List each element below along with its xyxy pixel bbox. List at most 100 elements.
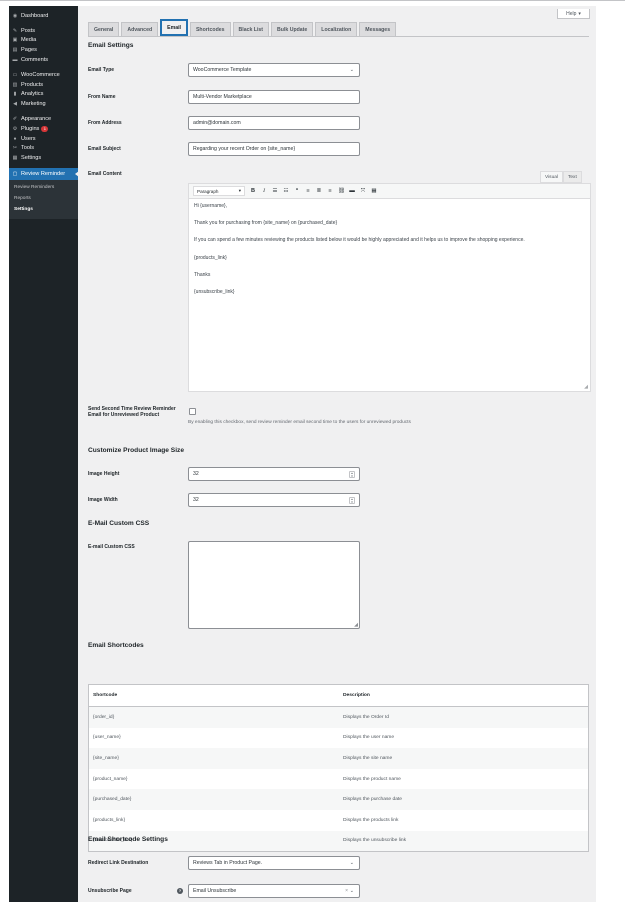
- sidebar-item-settings[interactable]: ▦ Settings: [9, 153, 78, 163]
- sidebar-item-appearance[interactable]: ✐ Appearance: [9, 114, 78, 124]
- unsubscribe-page-label: Unsubscribe Page: [88, 888, 132, 894]
- pin-icon: ✎: [12, 27, 18, 34]
- table-header-row: Shortcode Description: [89, 685, 588, 707]
- shortcode-cell: {order_id}: [93, 714, 115, 720]
- toolbar-toggle-icon[interactable]: ▦: [371, 188, 377, 194]
- clear-selection-icon[interactable]: ×: [345, 888, 348, 894]
- sidebar-item-review-reminder[interactable]: ▢ Review Reminder: [9, 168, 79, 181]
- editor-paragraph: Hi {username},: [194, 203, 228, 209]
- sidebar-item-pages[interactable]: ▤ Pages: [9, 45, 78, 55]
- image-width-value: 32: [193, 497, 199, 503]
- description-cell: Displays the unsubscribe link: [343, 838, 407, 844]
- tab-shortcodes[interactable]: Shortcodes: [189, 22, 231, 36]
- image-height-label: Image Height: [88, 471, 120, 477]
- submenu-item-reports[interactable]: Reports: [9, 193, 78, 204]
- help-button[interactable]: Help ▾: [557, 9, 590, 19]
- bold-icon[interactable]: B: [250, 188, 256, 194]
- italic-icon[interactable]: I: [261, 188, 267, 194]
- sidebar-item-analytics[interactable]: ▮ Analytics: [9, 90, 78, 100]
- tab-bulk-update[interactable]: Bulk Update: [271, 22, 314, 36]
- number-spinner-icon[interactable]: ▴ ▾: [349, 497, 355, 504]
- editor-tab-text[interactable]: Text: [562, 171, 582, 183]
- tab-email[interactable]: Email: [160, 19, 188, 36]
- fullscreen-icon[interactable]: ⤧: [360, 188, 366, 195]
- sidebar-item-label: Analytics: [21, 91, 44, 98]
- sidebar-item-woocommerce[interactable]: ▭ WooCommerce: [9, 70, 78, 80]
- link-icon[interactable]: ⛓: [338, 188, 345, 194]
- editor-toolbar: Paragraph ▾ B I ☰ ☷ “ ≡ ≣ ≡ ⛓ ▬ ⤧ ▦: [189, 184, 590, 199]
- sidebar-menu: ◉ Dashboard ✎ Posts ▣ Media ▤ Pages ▬ Comments ▭ Wo…: [9, 6, 79, 220]
- editor-tab-visual[interactable]: Visual: [540, 171, 563, 183]
- sidebar-item-media[interactable]: ▣ Media: [9, 36, 78, 46]
- email-type-select[interactable]: WooCommerce Template ⌄: [188, 63, 360, 77]
- table-row: {order_id} Displays the Order Id: [89, 707, 588, 728]
- redirect-destination-label: Redirect Link Destination: [88, 860, 149, 866]
- column-header-description: Description: [343, 693, 370, 698]
- tab-advanced[interactable]: Advanced: [121, 22, 159, 36]
- align-left-icon[interactable]: ≡: [305, 188, 311, 194]
- blockquote-icon[interactable]: “: [294, 188, 300, 194]
- help-label: Help: [566, 10, 577, 17]
- sidebar-item-posts[interactable]: ✎ Posts: [9, 26, 78, 36]
- dashboard-icon: ◉: [12, 12, 18, 19]
- resize-handle-icon[interactable]: ◢: [354, 622, 358, 628]
- sidebar-item-plugins[interactable]: ⚙ Plugins 1: [9, 124, 78, 134]
- sidebar-item-comments[interactable]: ▬ Comments: [9, 55, 78, 65]
- section-heading-email-shortcodes: Email Shortcodes: [88, 642, 144, 649]
- editor-paragraph: {unsubscribe_link}: [194, 288, 235, 295]
- from-address-label: From Address: [88, 120, 122, 126]
- number-spinner-icon[interactable]: ▴ ▾: [349, 471, 355, 478]
- second-time-checkbox[interactable]: [189, 408, 196, 415]
- editor-paragraph: Thanks: [194, 271, 211, 278]
- caret-down-icon: ▾: [578, 10, 581, 17]
- from-address-value: admin@domain.com: [193, 120, 241, 126]
- sidebar-item-tools[interactable]: ✂ Tools: [9, 144, 78, 154]
- sidebar-item-users[interactable]: ● Users: [9, 134, 78, 144]
- tab-general[interactable]: General: [88, 22, 120, 36]
- email-subject-input[interactable]: Regarding your recent Order on {site_nam…: [188, 142, 360, 156]
- editor-paragraph: {products_link}: [194, 254, 227, 261]
- redirect-destination-value: Reviews Tab in Product Page.: [193, 860, 263, 866]
- sidebar-item-products[interactable]: ▥ Products: [9, 80, 78, 90]
- image-width-input[interactable]: 32 ▴ ▾: [188, 493, 360, 507]
- sidebar-item-label: Marketing: [21, 101, 46, 108]
- submenu-item-settings[interactable]: Settings: [9, 204, 78, 215]
- marketing-icon: ◀: [13, 101, 17, 108]
- editor-body[interactable]: Hi {username}, Thank you for purchasing f…: [189, 199, 590, 310]
- sidebar-item-label: Review Reminder: [21, 171, 66, 178]
- custom-css-textarea[interactable]: ◢: [188, 541, 360, 629]
- second-time-description: By enabling this checkbox, send review r…: [188, 420, 411, 425]
- table-row: {user_name} Displays the user name: [89, 728, 588, 749]
- section-heading-email-settings: Email Settings: [88, 42, 134, 49]
- top-border: [0, 0, 625, 1]
- resize-handle-icon[interactable]: ◢: [584, 384, 588, 390]
- sidebar-submenu: Review Reminders Reports Settings: [9, 180, 78, 220]
- from-name-input[interactable]: Multi-Vendor Marketplace: [188, 90, 360, 104]
- tab-black-list[interactable]: Black List: [232, 22, 270, 36]
- help-question-icon[interactable]: ?: [177, 888, 183, 894]
- description-cell: Displays the purchase date: [343, 797, 402, 803]
- unsubscribe-page-value: Email Unsubscribe: [193, 888, 237, 894]
- shortcodes-table: Shortcode Description {order_id} Displays…: [88, 684, 589, 853]
- email-content-editor[interactable]: Paragraph ▾ B I ☰ ☷ “ ≡ ≣ ≡ ⛓ ▬ ⤧ ▦ Hi {…: [188, 183, 591, 392]
- tab-messages[interactable]: Messages: [359, 22, 397, 36]
- bullet-list-icon[interactable]: ☰: [272, 188, 278, 194]
- sidebar-item-label: Products: [21, 81, 44, 88]
- align-center-icon[interactable]: ≣: [316, 188, 322, 194]
- from-address-input[interactable]: admin@domain.com: [188, 116, 360, 130]
- sidebar-item-marketing[interactable]: ◀ Marketing: [9, 99, 78, 109]
- image-height-input[interactable]: 32 ▴ ▾: [188, 467, 360, 481]
- read-more-icon[interactable]: ▬: [349, 188, 355, 194]
- from-name-value: Multi-Vendor Marketplace: [193, 94, 252, 100]
- format-select-value: Paragraph: [197, 188, 219, 194]
- sidebar-item-dashboard[interactable]: ◉ Dashboard: [9, 11, 78, 21]
- format-select[interactable]: Paragraph ▾: [193, 186, 245, 196]
- sidebar-item-label: Users: [21, 135, 36, 142]
- align-right-icon[interactable]: ≡: [327, 188, 333, 194]
- submenu-item-review-reminders[interactable]: Review Reminders: [9, 182, 78, 193]
- image-width-label: Image Width: [88, 497, 118, 503]
- tab-localization[interactable]: Localization: [315, 22, 358, 36]
- redirect-destination-select[interactable]: Reviews Tab in Product Page. ⌄: [188, 856, 360, 870]
- numbered-list-icon[interactable]: ☷: [283, 188, 289, 194]
- unsubscribe-page-select[interactable]: Email Unsubscribe × ⌄: [188, 884, 360, 898]
